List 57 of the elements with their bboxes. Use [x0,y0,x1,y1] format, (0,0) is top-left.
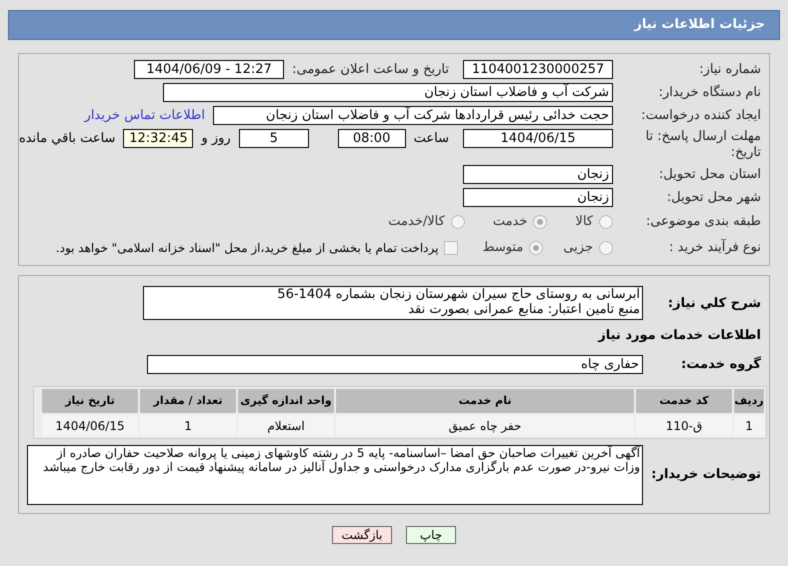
field-label: طبقه بندی موضوعی: [644,213,761,232]
field-label: مهلت ارسال پاسخ: تا تاریخ: [644,129,761,161]
radio-button[interactable] [533,215,548,229]
days-label: روز و [201,130,231,148]
text-field[interactable]: 5 [238,129,309,148]
print-button[interactable]: چاپ [406,526,456,544]
countdown-field[interactable]: 12:32:45 [123,129,194,148]
text-field[interactable]: شرکت آب و فاضلاب استان زنجان [163,83,613,102]
radio-label: کالا/خدمت [388,213,445,232]
radio-label: کالا [575,213,593,232]
text-field[interactable]: 08:00 [338,129,406,148]
radio-label: جزیی [563,239,593,258]
field-label: توضیحات خریدار: [651,466,761,484]
field-label: شماره نیاز: [698,60,761,79]
radio-label: متوسط [482,239,524,258]
text-field[interactable]: 1104001230000257 [463,60,613,79]
radio-button[interactable] [599,215,613,229]
field-label: شهر محل تحویل: [666,188,761,207]
field-label: نوع فرآیند خرید : [668,238,761,258]
column-header: نام خدمت [336,389,634,413]
column-header: تاریخ نیاز [42,389,138,413]
table-cell: 1 [140,415,236,436]
notes-textarea[interactable]: آگهی آخرین تغییرات صاحبان حق امضا –اساسنامه- پایه 5 در رشته کاوشهای زمینی یا پروانه صلاحیت حفاران صادره از وزات نیرو-در صورت عدم بارگزاری مدارک درخواستی و جداول آنالیز در سامانه پیشنهاد قیمت از دور رقابت خارج میباشد [27,445,643,505]
section-heading: اطلاعات خدمات مورد نياز [596,327,761,345]
radio-button[interactable] [599,241,613,255]
column-header: واحد اندازه گیری [238,389,334,413]
time-label: ساعت [414,130,449,148]
field-label: شرح کلي نياز: [666,295,761,313]
table-cell: استعلام [238,415,334,436]
field-label: نام دستگاه خریدار: [658,84,761,102]
table-cell: حفر چاه عمیق [336,415,634,436]
back-button[interactable]: بازگشت [332,526,392,544]
table-cell: ق-110 [636,415,732,436]
text-field[interactable]: حفاری چاه [147,354,643,374]
text-field[interactable]: حجت خدائی رئیس قراردادها شرکت آب و فاضلاب استان زنجان [213,106,613,125]
table-cell: 1404/06/15 [42,415,138,436]
column-header: ردیف [734,389,764,413]
text-field[interactable]: زنجان [463,188,613,207]
field-label: تاریخ و ساعت اعلان عمومی: [292,60,449,79]
remaining-label: ساعت باقي مانده [19,130,116,148]
radio-button[interactable] [529,241,544,255]
contact-link[interactable]: اطلاعات تماس خریدار [84,106,205,126]
checkbox[interactable] [444,241,458,255]
radio-button[interactable] [450,215,465,229]
column-header: کد خدمت [636,389,732,413]
field-label: گروه خدمت: [680,355,761,374]
table-cell: 1 [734,415,764,436]
text-field[interactable]: زنجان [463,165,613,184]
column-header: تعداد / مقدار [140,389,236,413]
field-label: استان محل تحویل: [658,166,761,184]
summary-textarea[interactable]: آبرسانی به روستای حاج سیران شهرستان زنجان بشماره 1404-56 منبع تامین اعتبار: منابع عمرانی بصورت نقد [143,286,643,320]
radio-label: خدمت [492,213,528,232]
field-label: ایجاد کننده درخواست: [640,106,761,125]
checkbox-label: پرداخت تمام یا بخشی از مبلغ خرید،از محل "اسناد خزانه اسلامی" خواهد بود. [56,240,438,257]
page-title: جزئیات اطلاعات نیاز [634,16,765,34]
text-field[interactable]: 1404/06/15 [463,129,613,148]
text-field[interactable]: 1404/06/09 - 12:27 [134,60,284,79]
